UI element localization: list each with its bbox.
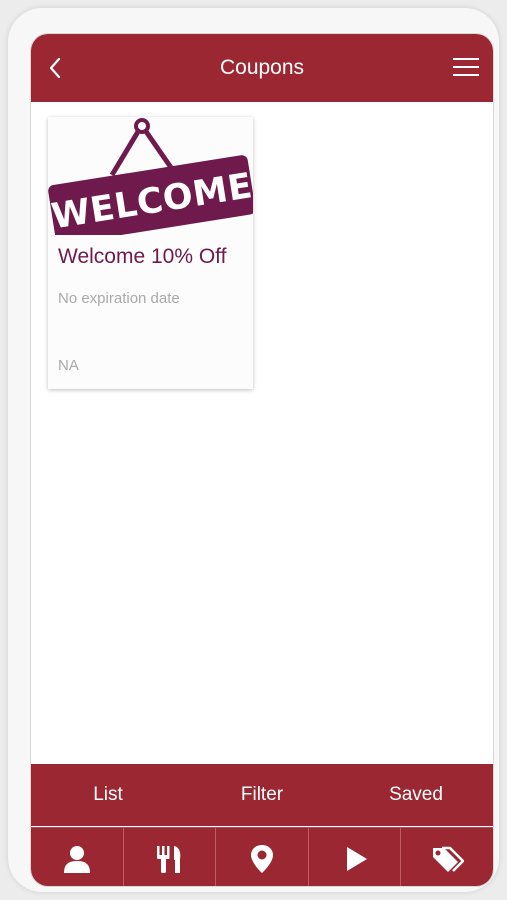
play-icon bbox=[346, 846, 367, 871]
segment-filter[interactable]: Filter bbox=[185, 764, 339, 826]
bottom-tab-bar bbox=[31, 827, 493, 886]
location-pin-icon bbox=[250, 844, 273, 873]
fork-knife-icon bbox=[157, 845, 181, 873]
user-icon bbox=[63, 845, 90, 873]
coupon-card[interactable]: WELCOME Welcome 10% Off No expiration da… bbox=[48, 117, 253, 389]
segment-list[interactable]: List bbox=[31, 764, 185, 826]
coupon-title: Welcome 10% Off bbox=[58, 245, 227, 268]
top-app-bar: Coupons bbox=[31, 34, 493, 102]
device-frame: Coupons WELCOME Welcome 10% Off No expir… bbox=[8, 8, 499, 892]
coupon-expiry: No expiration date bbox=[58, 290, 180, 307]
coupon-image: WELCOME bbox=[48, 118, 253, 235]
hamburger-menu-icon bbox=[453, 58, 479, 60]
segment-saved[interactable]: Saved bbox=[339, 764, 493, 826]
view-segment-bar: List Filter Saved bbox=[31, 764, 493, 826]
tab-profile[interactable] bbox=[31, 828, 124, 886]
tab-food[interactable] bbox=[124, 828, 217, 886]
tags-icon bbox=[433, 846, 465, 872]
app-screen: Coupons WELCOME Welcome 10% Off No expir… bbox=[30, 33, 494, 887]
tab-media[interactable] bbox=[309, 828, 402, 886]
menu-button[interactable] bbox=[453, 58, 479, 80]
coupon-code: NA bbox=[58, 357, 79, 374]
tab-coupons[interactable] bbox=[401, 828, 493, 886]
page-title: Coupons bbox=[219, 56, 305, 79]
tab-locations[interactable] bbox=[216, 828, 309, 886]
